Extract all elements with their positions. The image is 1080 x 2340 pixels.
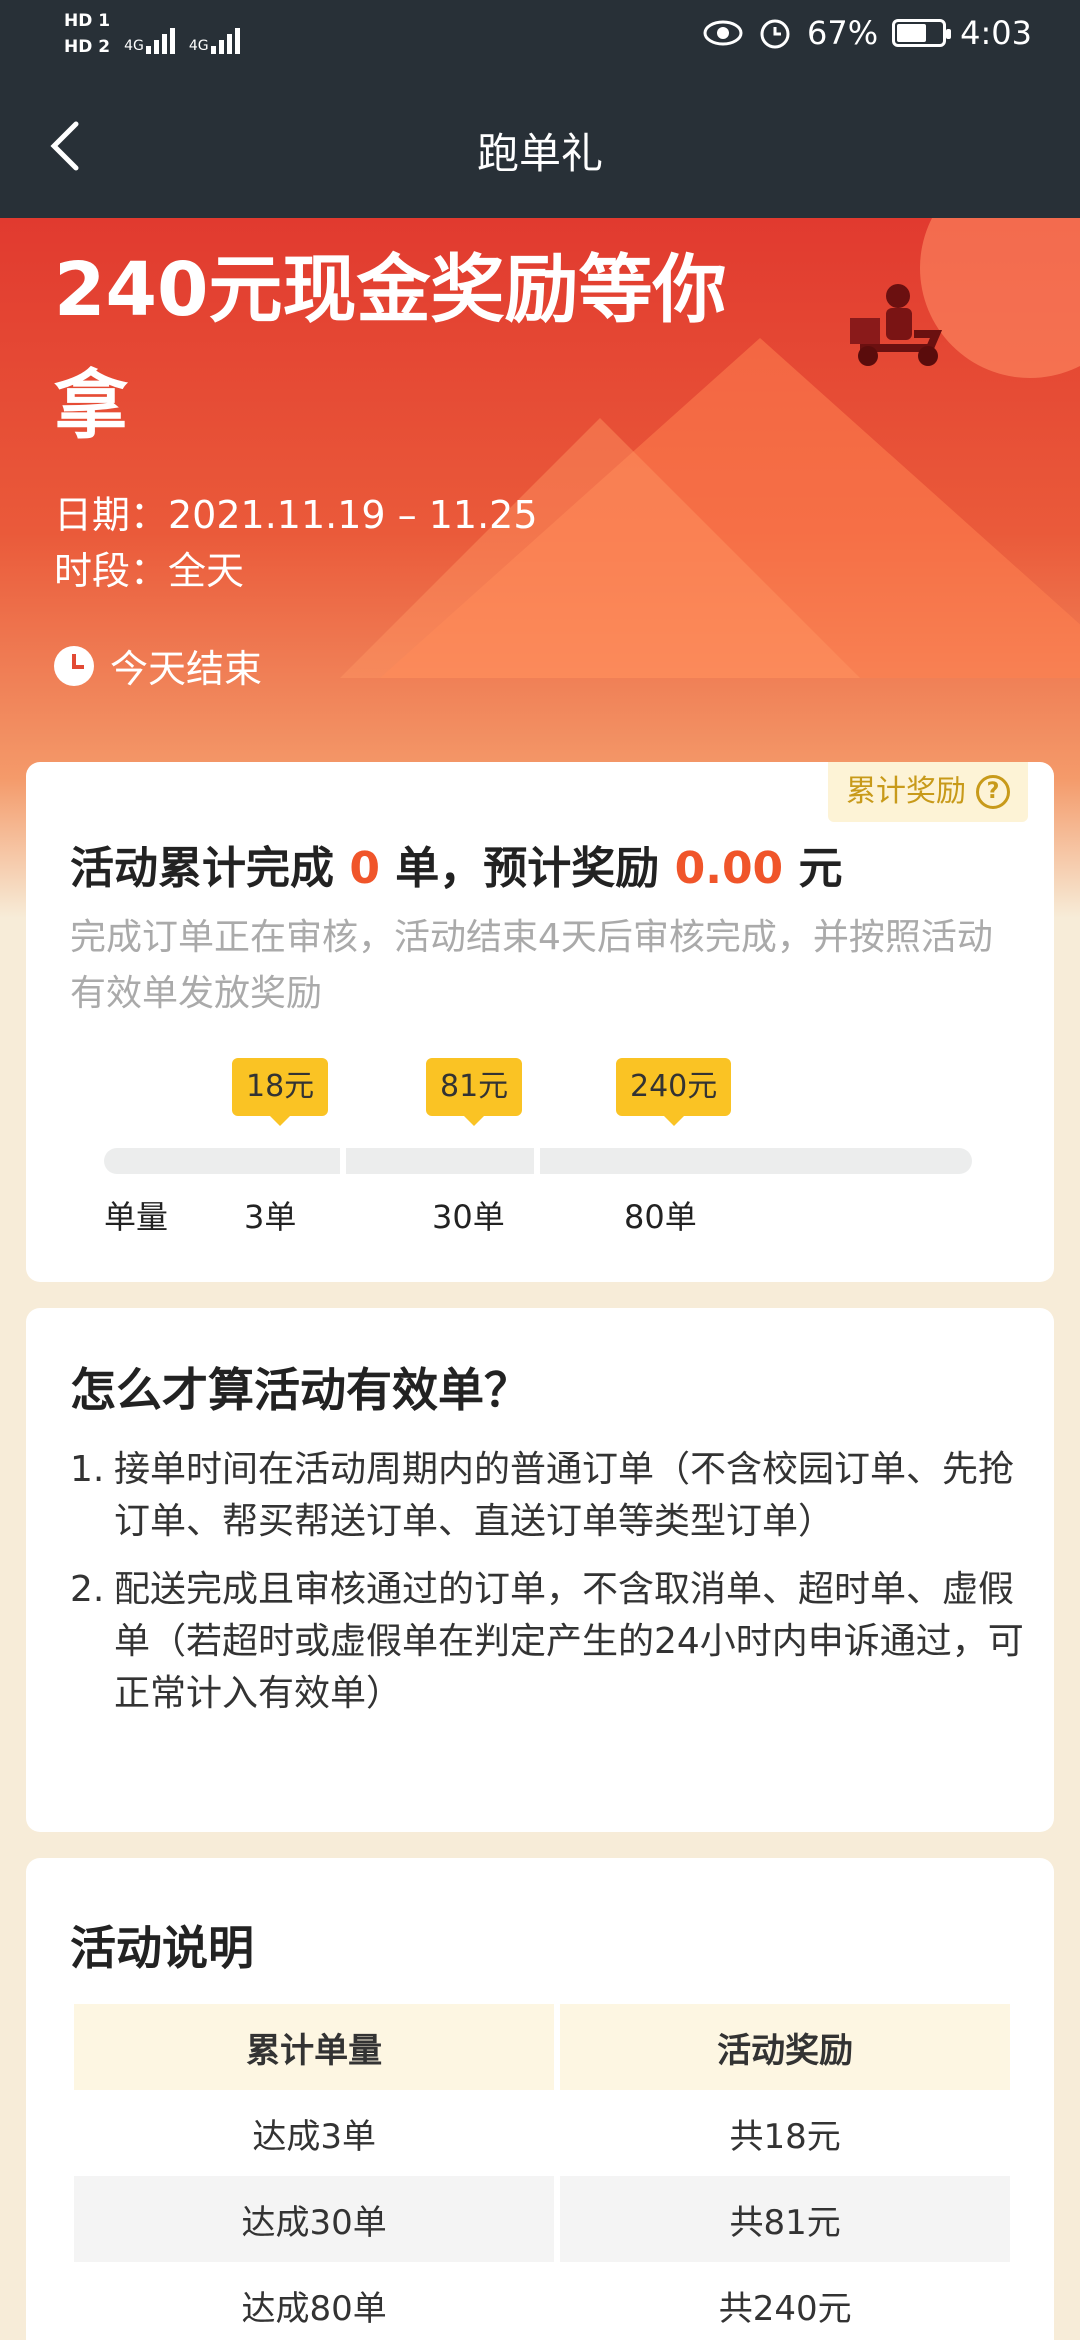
milestone-orders-2: 30单 bbox=[432, 1198, 505, 1236]
clock-icon bbox=[54, 645, 94, 686]
rule-text: 配送完成且审核通过的订单，不含取消单、超时单、虚假单（若超时或虚假单在判定产生的… bbox=[114, 1569, 1024, 1714]
track-divider bbox=[534, 1148, 540, 1174]
table-cell: 达成30单 bbox=[74, 2176, 555, 2262]
summary-middle: 单，预计奖励 bbox=[395, 843, 660, 894]
table-header-row: 累计单量 活动奖励 bbox=[74, 2004, 1010, 2090]
table-cell: 达成3单 bbox=[252, 2116, 376, 2157]
column-header: 活动奖励 bbox=[560, 2004, 1010, 2090]
status-bar: HD 1 HD 2 4G 4G 67% 4:03 bbox=[0, 0, 1080, 74]
progress-summary: 活动累计完成 0 单，预计奖励 0.00 元 bbox=[70, 832, 843, 896]
scale-label: 单量 bbox=[104, 1198, 169, 1236]
rule-list: 1. 接单时间在活动周期内的普通订单（不含校园订单、先抢订单、帮买帮送订单、直送… bbox=[70, 1444, 1030, 1736]
signal-2: 4G bbox=[189, 14, 240, 54]
rule-item: 1. 接单时间在活动周期内的普通订单（不含校园订单、先抢订单、帮买帮送订单、直送… bbox=[70, 1444, 1030, 1548]
rule-text: 接单时间在活动周期内的普通订单（不含校园订单、先抢订单、帮买帮送订单、直送订单等… bbox=[114, 1449, 1015, 1542]
estimated-reward: 0.00 bbox=[674, 843, 784, 894]
milestone-orders-3: 80单 bbox=[624, 1198, 697, 1236]
cumulative-reward-label: 累计奖励 bbox=[846, 774, 966, 809]
signal-bars-icon bbox=[145, 26, 175, 54]
rule-item: 2. 配送完成且审核通过的订单，不含取消单、超时单、虚假单（若超时或虚假单在判定… bbox=[70, 1564, 1030, 1720]
clock-time: 4:03 bbox=[960, 14, 1032, 52]
network-type-1: 4G bbox=[124, 38, 144, 54]
battery-percent: 67% bbox=[807, 14, 879, 52]
milestone-orders-1: 3单 bbox=[244, 1198, 297, 1236]
signal-bars-icon bbox=[210, 26, 240, 54]
rule-number: 1. bbox=[70, 1449, 105, 1490]
signal-1: 4G bbox=[124, 14, 175, 54]
end-notice-text: 今天结束 bbox=[110, 647, 263, 691]
column-header: 累计单量 bbox=[74, 2004, 555, 2090]
table-cell: 共81元 bbox=[560, 2176, 1010, 2262]
table-cell: 共240元 bbox=[718, 2288, 852, 2329]
completed-count: 0 bbox=[349, 843, 380, 894]
track-divider bbox=[340, 1148, 346, 1174]
table-row: 达成80单 共240元 bbox=[74, 2262, 1010, 2340]
summary-prefix: 活动累计完成 bbox=[70, 843, 334, 894]
table-cell: 达成80单 bbox=[241, 2288, 387, 2329]
valid-order-card: 怎么才算活动有效单？ 1. 接单时间在活动周期内的普通订单（不含校园订单、先抢订… bbox=[26, 1308, 1054, 1832]
milestone-reward-2: 81元 bbox=[426, 1058, 523, 1126]
hero-title: 240元现金奖励等你拿 bbox=[54, 247, 727, 449]
hd2-label: HD 2 bbox=[64, 37, 111, 57]
hd1-label: HD 1 bbox=[64, 11, 111, 31]
rule-number: 2. bbox=[70, 1569, 105, 1610]
explanation-heading: 活动说明 bbox=[70, 1921, 254, 1975]
table-row: 达成3单 共18元 bbox=[74, 2090, 1010, 2176]
network-type-2: 4G bbox=[188, 38, 209, 54]
activity-time-slot: 时段：全天 bbox=[54, 549, 245, 593]
milestone-reward-3: 240元 bbox=[616, 1058, 732, 1126]
cumulative-reward-tag[interactable]: 累计奖励 ? bbox=[828, 762, 1028, 822]
activity-date: 日期：2021.11.19 – 11.25 bbox=[54, 493, 538, 537]
milestone-reward-1: 18元 bbox=[232, 1058, 329, 1126]
help-icon[interactable]: ? bbox=[976, 775, 1010, 809]
page-title: 跑单礼 bbox=[476, 129, 603, 178]
table-cell: 共18元 bbox=[729, 2116, 841, 2157]
valid-order-heading: 怎么才算活动有效单？ bbox=[70, 1363, 530, 1417]
battery-icon bbox=[892, 19, 952, 47]
eye-icon bbox=[703, 20, 743, 46]
progress-card: 累计奖励 ? 活动累计完成 0 单，预计奖励 0.00 元 完成订单正在审核，活… bbox=[26, 762, 1054, 1282]
end-notice: 今天结束 bbox=[54, 638, 262, 693]
alarm-icon bbox=[760, 19, 790, 49]
summary-unit: 元 bbox=[798, 843, 843, 894]
review-note: 完成订单正在审核，活动结束4天后审核完成，并按照活动有效单发放奖励 bbox=[70, 917, 993, 1014]
scooter-rider-icon bbox=[850, 284, 943, 366]
activity-explanation-card: 活动说明 累计单量 活动奖励 达成3单 共18元 达成30单 共81元 达成80… bbox=[26, 1858, 1054, 2340]
reward-table: 累计单量 活动奖励 达成3单 共18元 达成30单 共81元 达成80单 共24… bbox=[68, 2004, 1016, 2340]
nav-bar: 跑单礼 bbox=[0, 74, 1080, 218]
table-row: 达成30单 共81元 bbox=[74, 2176, 1010, 2262]
